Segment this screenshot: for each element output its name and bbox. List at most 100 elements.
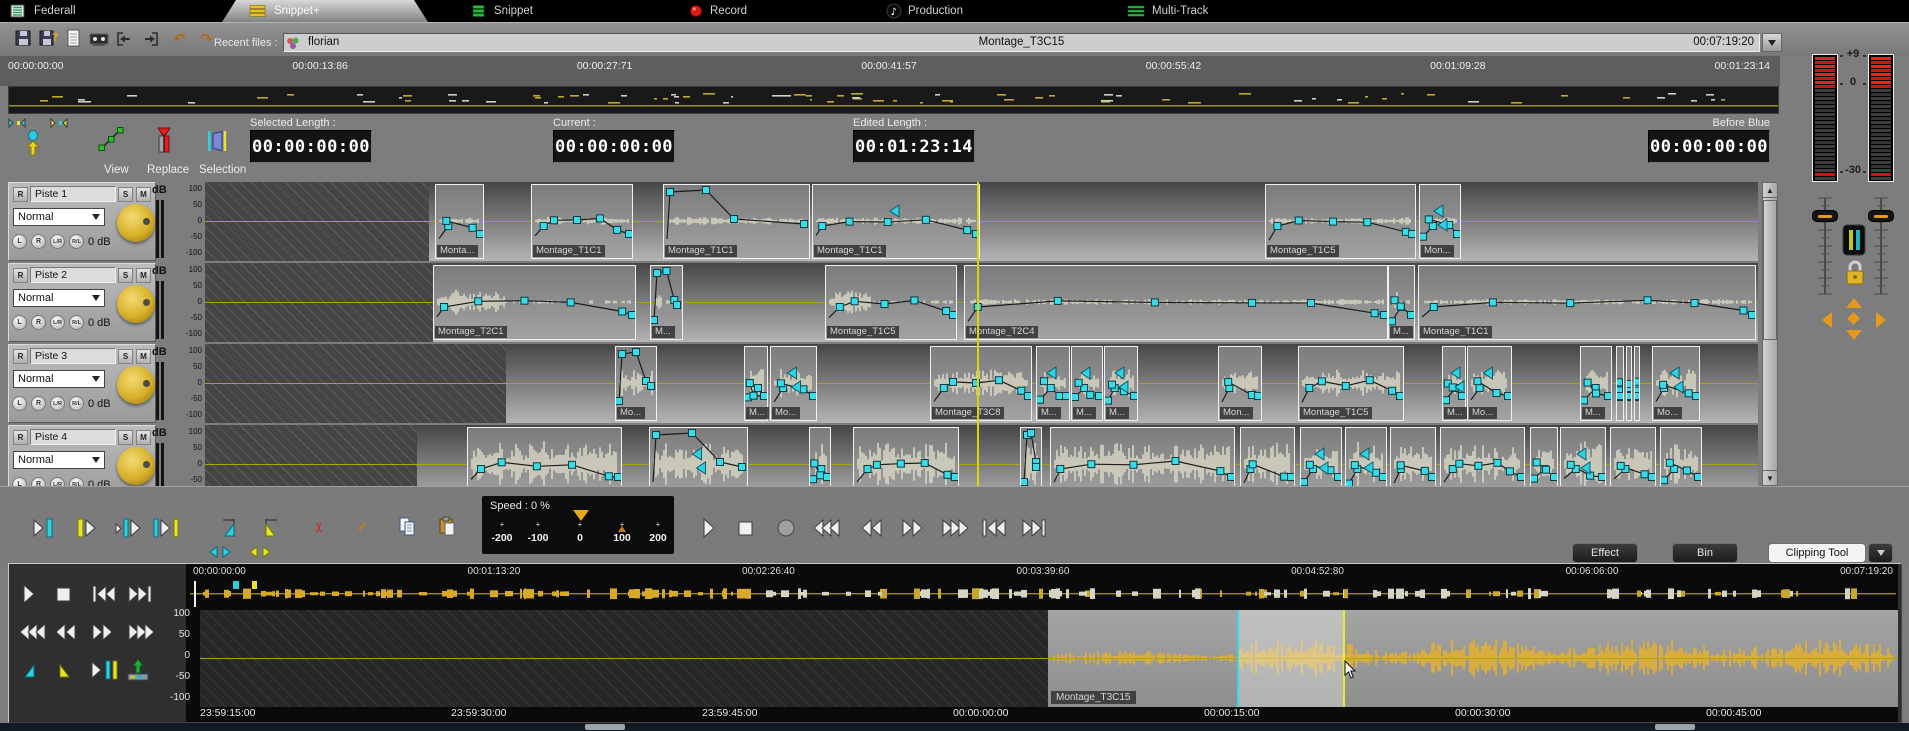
routing-r-button[interactable]: R: [31, 396, 46, 411]
track-name-field[interactable]: Piste 3: [30, 348, 116, 364]
fade-out-marker-button[interactable]: [260, 517, 280, 539]
forward-button[interactable]: [900, 516, 924, 540]
pan-down-button[interactable]: [1846, 330, 1862, 340]
routing-r-l-button[interactable]: R/L: [69, 234, 84, 249]
clip-unnamed[interactable]: [1020, 427, 1042, 486]
fade-in-marker-button[interactable]: [220, 517, 240, 539]
save-button[interactable]: [12, 27, 36, 51]
marker-span-button[interactable]: [152, 516, 182, 540]
clip-montage-t2c1[interactable]: Montage_T2C1: [433, 265, 636, 340]
clip-montage-t3c8[interactable]: Montage_T3C8: [930, 346, 1032, 421]
rewind-button[interactable]: [54, 620, 78, 644]
panel-tabs-dropdown-button[interactable]: [1868, 543, 1893, 563]
clip-mon-[interactable]: Mon...: [1419, 184, 1461, 259]
copy-button[interactable]: [398, 516, 416, 536]
mute-button[interactable]: M: [136, 187, 151, 202]
marker-pair-button[interactable]: [90, 658, 120, 682]
solo-button[interactable]: S: [118, 430, 133, 445]
record-button[interactable]: [776, 516, 796, 540]
tab-effect[interactable]: Effect: [1572, 543, 1638, 563]
track-mode-select[interactable]: Normal: [13, 208, 105, 226]
scroll-up-button[interactable]: ▲: [1762, 182, 1778, 198]
tab-production[interactable]: ♪Production: [886, 0, 963, 22]
play-button[interactable]: [700, 516, 718, 540]
clip-unnamed[interactable]: [1240, 427, 1295, 486]
mute-button[interactable]: M: [136, 268, 151, 283]
selection-icon[interactable]: [206, 129, 228, 153]
clip-unnamed[interactable]: [1390, 427, 1436, 486]
clip-unnamed[interactable]: [1530, 427, 1558, 486]
clip-unnamed[interactable]: [467, 427, 622, 486]
routing-r-l-button[interactable]: R/L: [69, 477, 84, 486]
clip-montage-t1c1[interactable]: Montage_T1C1: [1418, 265, 1756, 340]
clip-unnamed[interactable]: [1634, 346, 1640, 421]
clip-montage-t1c1[interactable]: Montage_T1C1: [812, 184, 980, 259]
redo-button[interactable]: ↷: [195, 27, 219, 51]
routing-l-button[interactable]: L: [12, 234, 27, 249]
clip-unnamed[interactable]: [1660, 427, 1702, 486]
clip-montage-t1c5[interactable]: Montage_T1C5: [1265, 184, 1416, 259]
tab-record[interactable]: Record: [688, 0, 747, 22]
clip-monta-[interactable]: Monta...: [435, 184, 484, 259]
import-clip-button[interactable]: [126, 658, 150, 682]
pan-up-button[interactable]: [1846, 298, 1862, 308]
tab-bin[interactable]: Bin: [1672, 543, 1738, 563]
track-mode-select[interactable]: Normal: [13, 370, 105, 388]
routing-r-l-button[interactable]: R/L: [69, 396, 84, 411]
routing-l-button[interactable]: L: [12, 315, 27, 330]
scroll-down-button[interactable]: ▼: [1762, 470, 1778, 486]
clip-m-[interactable]: M...: [744, 346, 768, 421]
track-name-field[interactable]: Piste 2: [30, 267, 116, 283]
tab-snippet-[interactable]: Snippet+: [248, 0, 320, 22]
track-mode-select[interactable]: Normal: [13, 289, 105, 307]
clip-unnamed[interactable]: [1626, 346, 1632, 421]
import-button[interactable]: [112, 27, 136, 51]
track-mode-select[interactable]: Normal: [13, 451, 105, 469]
talent-icon[interactable]: [24, 130, 42, 156]
routing-l-r-button[interactable]: L/R: [50, 477, 65, 486]
selection-region[interactable]: [1237, 610, 1343, 707]
clip-unnamed[interactable]: [649, 427, 748, 486]
solo-button[interactable]: S: [118, 268, 133, 283]
tab-clipping-tool[interactable]: Clipping Tool: [1768, 543, 1866, 563]
clip-montage-t2c4[interactable]: Montage_T2C4: [964, 265, 1388, 340]
lock-icon[interactable]: [1843, 258, 1867, 286]
goto-marker-cyan-button[interactable]: [30, 516, 56, 540]
record-arm-button[interactable]: R: [13, 430, 28, 445]
clip-unnamed[interactable]: [1610, 427, 1656, 486]
solo-button[interactable]: S: [118, 349, 133, 364]
clip-unnamed[interactable]: [1440, 427, 1525, 486]
cassette-button[interactable]: [87, 27, 111, 51]
clip-unnamed[interactable]: [853, 427, 959, 486]
goto-marker-yellow-button[interactable]: [74, 516, 100, 540]
clip-m-[interactable]: M...: [650, 265, 683, 340]
clip-unnamed[interactable]: [1300, 427, 1342, 486]
record-arm-button[interactable]: R: [13, 268, 28, 283]
routing-l-button[interactable]: L: [12, 477, 27, 486]
track-lane-4[interactable]: [205, 425, 1758, 486]
routing-l-r-button[interactable]: L/R: [50, 315, 65, 330]
record-arm-button[interactable]: R: [13, 187, 28, 202]
nudge-cyan-button[interactable]: [208, 546, 232, 558]
skip-start-button[interactable]: [980, 516, 1008, 540]
rewind-fast-button[interactable]: [814, 516, 844, 540]
clip-unnamed[interactable]: [1050, 427, 1235, 486]
clip-unnamed[interactable]: [1345, 427, 1387, 486]
clip-m-[interactable]: M...: [1388, 265, 1415, 340]
mute-button[interactable]: M: [136, 349, 151, 364]
undo-button[interactable]: ↶: [169, 27, 193, 51]
routing-l-r-button[interactable]: L/R: [50, 234, 65, 249]
track-name-field[interactable]: Piste 1: [30, 186, 116, 202]
routing-l-button[interactable]: L: [12, 396, 27, 411]
clip-m-[interactable]: M...: [1071, 346, 1103, 421]
clip-mon-[interactable]: Mon...: [1218, 346, 1262, 421]
pan-left-button[interactable]: [1822, 312, 1832, 328]
routing-r-button[interactable]: R: [31, 315, 46, 330]
routing-l-r-button[interactable]: L/R: [50, 396, 65, 411]
clip-mo-[interactable]: Mo...: [770, 346, 817, 421]
forward-fast-button[interactable]: [940, 516, 970, 540]
rewind-fast-button[interactable]: [20, 620, 50, 644]
clip-overview-strip[interactable]: [190, 580, 1896, 608]
fade-out-marker-button[interactable]: [54, 658, 74, 680]
montage-overview-strip[interactable]: [8, 86, 1779, 114]
